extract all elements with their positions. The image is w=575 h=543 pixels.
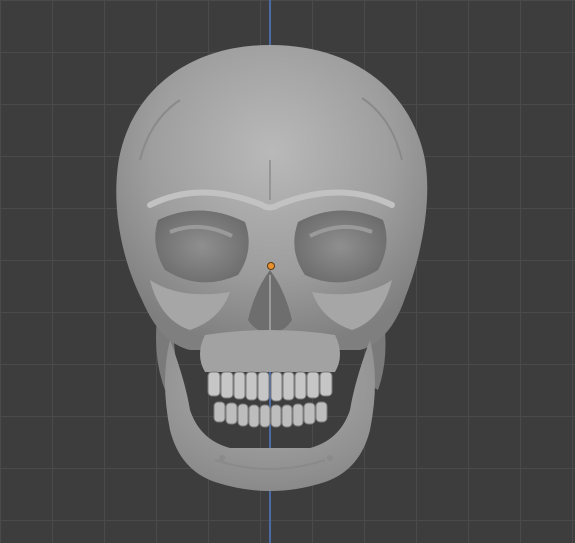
upper-teeth xyxy=(207,371,333,402)
3d-viewport[interactable] xyxy=(0,0,575,543)
lower-teeth xyxy=(213,401,328,428)
left-eye-socket xyxy=(155,210,249,283)
skull-mesh[interactable] xyxy=(0,0,575,543)
right-eye-socket xyxy=(294,210,387,283)
object-origin-dot[interactable] xyxy=(268,263,274,269)
